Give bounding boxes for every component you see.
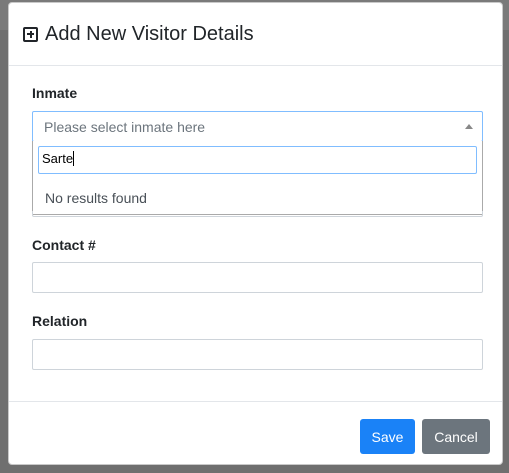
inmate-label: Inmate <box>32 85 78 101</box>
inmate-dropdown: Sarte No results found <box>32 141 483 215</box>
text-cursor <box>73 151 75 166</box>
add-visitor-modal: Add New Visitor Details Inmate Please se… <box>8 2 503 465</box>
no-results-message: No results found <box>45 190 147 206</box>
modal-footer-divider <box>9 401 502 402</box>
caret-up-icon[interactable] <box>465 124 473 129</box>
hidden-field-edge <box>32 211 483 217</box>
modal-title: Add New Visitor Details <box>45 22 254 45</box>
relation-field[interactable] <box>32 339 483 370</box>
relation-label: Relation <box>32 313 88 329</box>
contact-label: Contact # <box>32 237 96 253</box>
plus-square-icon <box>23 26 38 42</box>
cancel-button[interactable]: Cancel <box>422 419 490 454</box>
inmate-search-input[interactable]: Sarte <box>38 146 477 174</box>
contact-field[interactable] <box>32 262 483 293</box>
modal-header: Add New Visitor Details <box>9 3 502 66</box>
inmate-search-value: Sarte <box>42 151 74 166</box>
inmate-select-placeholder: Please select inmate here <box>44 118 206 135</box>
inmate-select[interactable]: Please select inmate here <box>32 111 483 142</box>
save-button[interactable]: Save <box>360 419 415 454</box>
